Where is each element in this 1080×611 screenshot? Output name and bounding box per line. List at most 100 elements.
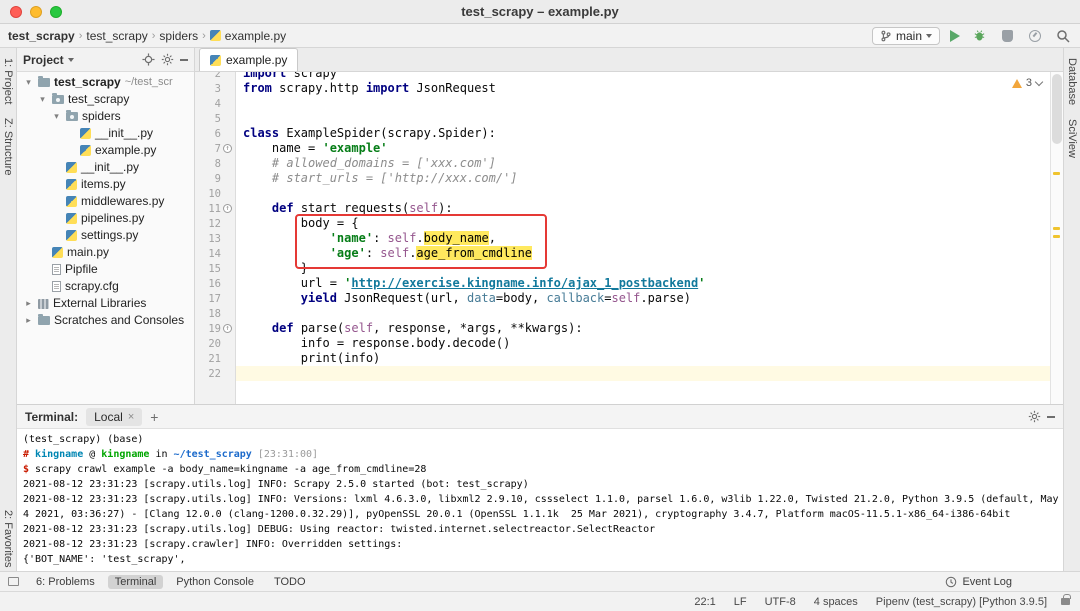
gutter[interactable]: 16: [195, 276, 235, 291]
gutter[interactable]: 20: [195, 336, 235, 351]
tree-item-example-py[interactable]: example.py: [17, 142, 194, 159]
warning-stripe-mark[interactable]: [1053, 235, 1060, 238]
code-line-9[interactable]: 9 # start_urls = ['http://xxx.com/']: [195, 171, 1063, 186]
status-4-spaces[interactable]: 4 spaces: [814, 596, 858, 608]
code-line-8[interactable]: 8 # allowed_domains = ['xxx.com']: [195, 156, 1063, 171]
code-line-20[interactable]: 20 info = response.body.decode(): [195, 336, 1063, 351]
tree-item-pipfile[interactable]: Pipfile: [17, 261, 194, 278]
code-line-16[interactable]: 16 url = 'http://exercise.kingname.info/…: [195, 276, 1063, 291]
terminal-tab-local[interactable]: Local ×: [86, 407, 143, 426]
gutter[interactable]: 14: [195, 246, 235, 261]
editor-tab-example-py[interactable]: example.py: [199, 48, 299, 71]
chevron-down-icon[interactable]: [67, 57, 74, 62]
zoom-window-button[interactable]: [50, 5, 62, 18]
code-line-12[interactable]: 12 body = {: [195, 216, 1063, 231]
inspection-widget[interactable]: 3: [1008, 76, 1045, 90]
gutter[interactable]: 4: [195, 96, 235, 111]
tree-item-scrapy-cfg[interactable]: scrapy.cfg: [17, 278, 194, 295]
tree-item-main-py[interactable]: main.py: [17, 244, 194, 261]
code-line-21[interactable]: 21 print(info): [195, 351, 1063, 366]
code-line-18[interactable]: 18: [195, 306, 1063, 321]
gutter[interactable]: 21: [195, 351, 235, 366]
toolwindow-button-todo[interactable]: TODO: [267, 575, 313, 589]
code-line-2[interactable]: 2 import scrapy: [195, 72, 1063, 81]
tool-stripe-button-z-structure[interactable]: Z: Structure: [2, 108, 14, 179]
gutter[interactable]: 10: [195, 186, 235, 201]
code-line-5[interactable]: 5: [195, 111, 1063, 126]
status-22-1[interactable]: 22:1: [694, 596, 715, 608]
gutter[interactable]: 8: [195, 156, 235, 171]
toolwindow-switcher-icon[interactable]: [8, 577, 19, 586]
chevron-collapsed-icon[interactable]: ▸: [23, 295, 34, 312]
gutter[interactable]: 18: [195, 306, 235, 321]
tree-item-init-py[interactable]: __init__.py: [17, 159, 194, 176]
gutter[interactable]: 22: [195, 366, 235, 381]
gutter[interactable]: 9: [195, 171, 235, 186]
tool-stripe-button-2-favorites[interactable]: 2: Favorites: [2, 500, 14, 571]
breadcrumb-item-test-scrapy[interactable]: test_scrapy: [8, 29, 75, 43]
warning-stripe-mark[interactable]: [1053, 172, 1060, 175]
minimize-window-button[interactable]: [30, 5, 42, 18]
new-terminal-session-button[interactable]: +: [150, 410, 158, 424]
tree-item-scratches-and-consoles[interactable]: ▸ Scratches and Consoles: [17, 312, 194, 329]
breadcrumb-item-spiders[interactable]: spiders: [159, 29, 198, 43]
gutter[interactable]: 11 ↑: [195, 201, 235, 216]
code-line-13[interactable]: 13 'name': self.body_name,: [195, 231, 1063, 246]
code-line-4[interactable]: 4: [195, 96, 1063, 111]
code-line-7[interactable]: 7 ↑ name = 'example': [195, 141, 1063, 156]
tool-stripe-button-database[interactable]: Database: [1066, 48, 1078, 109]
scrollbar-thumb[interactable]: [1052, 74, 1062, 144]
lock-icon[interactable]: [1061, 594, 1071, 605]
locate-file-icon[interactable]: [142, 53, 155, 66]
gutter[interactable]: 6: [195, 126, 235, 141]
gutter[interactable]: 12: [195, 216, 235, 231]
toolwindow-button-terminal[interactable]: Terminal: [107, 574, 164, 589]
chevron-collapsed-icon[interactable]: ▸: [23, 312, 34, 329]
toolwindow-button-6-problems[interactable]: 6: Problems: [29, 575, 102, 589]
tree-item-pipelines-py[interactable]: pipelines.py: [17, 210, 194, 227]
gutter[interactable]: 17: [195, 291, 235, 306]
tree-item-items-py[interactable]: items.py: [17, 176, 194, 193]
gutter[interactable]: 7 ↑: [195, 141, 235, 156]
error-stripe[interactable]: [1050, 72, 1063, 404]
code-line-19[interactable]: 19 ↑ def parse(self, response, *args, **k…: [195, 321, 1063, 336]
toolwindow-button-python-console[interactable]: Python Console: [169, 575, 261, 589]
profiler-button[interactable]: [1026, 27, 1044, 45]
project-panel-title[interactable]: Project: [23, 53, 64, 67]
code-line-6[interactable]: 6 class ExampleSpider(scrapy.Spider):: [195, 126, 1063, 141]
code-line-3[interactable]: 3 from scrapy.http import JsonRequest: [195, 81, 1063, 96]
run-button[interactable]: [950, 29, 960, 42]
tree-item-settings-py[interactable]: settings.py: [17, 227, 194, 244]
override-marker-icon[interactable]: ↑: [222, 324, 233, 333]
gutter[interactable]: 19 ↑: [195, 321, 235, 336]
chevron-expanded-icon[interactable]: ▾: [51, 108, 62, 125]
gutter[interactable]: 15: [195, 261, 235, 276]
close-icon[interactable]: ×: [128, 411, 134, 423]
gear-icon[interactable]: [1028, 410, 1041, 423]
coverage-button[interactable]: [998, 27, 1016, 45]
tree-item-spiders[interactable]: ▾ spiders: [17, 108, 194, 125]
terminal-output[interactable]: (test_scrapy) (base) # kingname @ kingnam…: [17, 429, 1063, 571]
gutter[interactable]: 2: [195, 72, 235, 81]
tree-item-init-py[interactable]: __init__.py: [17, 125, 194, 142]
gutter[interactable]: 5: [195, 111, 235, 126]
tree-item-test-scrapy[interactable]: ▾ test_scrapy ~/test_scr: [17, 74, 194, 91]
chevron-expanded-icon[interactable]: ▾: [23, 74, 34, 91]
gutter[interactable]: 3: [195, 81, 235, 96]
debug-button[interactable]: [970, 27, 988, 45]
tool-stripe-button-sciview[interactable]: SciView: [1066, 109, 1078, 162]
gear-icon[interactable]: [161, 53, 174, 66]
hide-panel-icon[interactable]: [180, 58, 188, 61]
tree-item-external-libraries[interactable]: ▸ External Libraries: [17, 295, 194, 312]
git-branch-widget[interactable]: main: [871, 26, 940, 45]
status-utf-8[interactable]: UTF-8: [765, 596, 796, 608]
code-line-14[interactable]: 14 'age': self.age_from_cmdline: [195, 246, 1063, 261]
tool-stripe-button-1-project[interactable]: 1: Project: [2, 48, 14, 108]
status-lf[interactable]: LF: [734, 596, 747, 608]
gutter[interactable]: 13: [195, 231, 235, 246]
override-marker-icon[interactable]: ↑: [222, 144, 233, 153]
tree-item-test-scrapy[interactable]: ▾ test_scrapy: [17, 91, 194, 108]
breadcrumb-item-example-py[interactable]: example.py: [209, 29, 286, 43]
code-line-11[interactable]: 11 ↑ def start_requests(self):: [195, 201, 1063, 216]
tree-item-middlewares-py[interactable]: middlewares.py: [17, 193, 194, 210]
